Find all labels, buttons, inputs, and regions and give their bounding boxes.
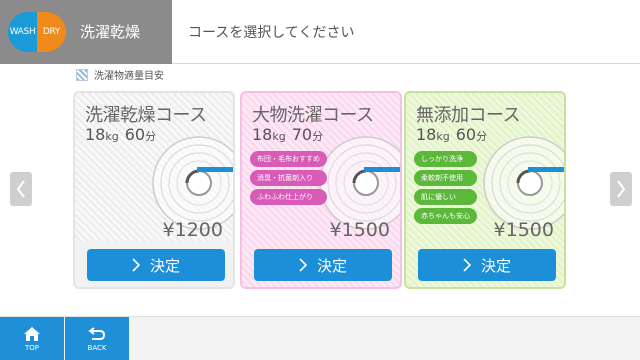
- feature-tags: しっかり洗浄 柔軟剤不使用 肌に優しい赤ちゃんも安心: [414, 151, 477, 227]
- prev-page-button[interactable]: [10, 172, 32, 206]
- feature-tag: 肌に優しい: [414, 189, 477, 205]
- feature-tag: 赤ちゃんも安心: [414, 208, 477, 224]
- decide-button-label: 決定: [316, 256, 347, 275]
- course-name: 無添加コース: [416, 105, 521, 126]
- course-spec: 18 kg 70 分: [252, 125, 323, 144]
- chevron-right-icon: [132, 258, 140, 272]
- time-value: 60: [455, 125, 477, 144]
- time-unit: 分: [312, 130, 324, 143]
- capacity-value: 18: [252, 125, 273, 144]
- course-price: ¥1200: [162, 219, 223, 241]
- feature-tag: しっかり洗浄: [414, 151, 477, 167]
- time-unit: 分: [476, 130, 488, 143]
- next-page-button[interactable]: [610, 172, 632, 206]
- footer-bar: TOP BACK: [0, 316, 640, 360]
- legend-swatch-icon: [76, 68, 88, 81]
- feature-tag: 柔軟剤不使用: [414, 170, 477, 186]
- course-name: 洗濯乾燥コース: [85, 105, 207, 126]
- capacity-unit: kg: [272, 130, 286, 143]
- decide-button[interactable]: 決定: [254, 249, 392, 281]
- header-bar: WASH DRY 洗濯乾燥 コースを選択してください: [0, 0, 640, 64]
- course-card[interactable]: 大物洗濯コース 18 kg 70 分布団・毛布おすすめ 消臭・抗菌剤入り ふわふわ仕上がり ¥…: [240, 91, 402, 289]
- chevron-right-icon: [617, 180, 626, 198]
- time-value: 60: [124, 125, 146, 144]
- wash-dry-logo: WASH DRY: [8, 12, 66, 52]
- logo-wash-text: WASH: [8, 12, 37, 52]
- back-button[interactable]: BACK: [65, 317, 129, 360]
- course-price: ¥1500: [329, 219, 390, 241]
- instruction-text: コースを選択してください: [188, 25, 355, 41]
- course-card[interactable]: 洗濯乾燥コース 18 kg 60 分 ¥1200 決定: [73, 91, 235, 289]
- logo-dry-text: DRY: [37, 12, 66, 52]
- course-name: 大物洗濯コース: [252, 105, 374, 126]
- decide-button[interactable]: 決定: [418, 249, 556, 281]
- chevron-left-icon: [16, 180, 25, 198]
- course-spec: 18 kg 60 分: [85, 125, 156, 144]
- capacity-value: 18: [85, 125, 106, 144]
- decide-button-label: 決定: [480, 256, 511, 275]
- home-icon: [24, 327, 40, 341]
- feature-tags: 布団・毛布おすすめ 消臭・抗菌剤入り ふわふわ仕上がり: [250, 151, 327, 208]
- feature-tag: 消臭・抗菌剤入り: [250, 170, 327, 186]
- feature-tag: ふわふわ仕上がり: [250, 189, 327, 205]
- decide-button-label: 決定: [149, 256, 180, 275]
- legend-label: 洗濯物適量目安: [94, 71, 164, 82]
- chevron-right-icon: [463, 258, 471, 272]
- capacity-value: 18: [416, 125, 437, 144]
- top-button[interactable]: TOP: [0, 317, 64, 360]
- course-card[interactable]: 無添加コース 18 kg 60 分しっかり洗浄 柔軟剤不使用 肌に優しい赤ちゃんも安心 ¥15…: [404, 91, 566, 289]
- return-icon: [88, 327, 106, 340]
- capacity-unit: kg: [436, 130, 450, 143]
- feature-tag: 布団・毛布おすすめ: [250, 151, 327, 167]
- capacity-legend: 洗濯物適量目安: [76, 67, 164, 82]
- drum-capacity-icon: [483, 136, 564, 230]
- drum-capacity-icon: [152, 136, 233, 230]
- course-spec: 18 kg 60 分: [416, 125, 487, 144]
- header-brand-area: WASH DRY 洗濯乾燥: [0, 0, 172, 64]
- time-unit: 分: [145, 130, 157, 143]
- back-button-label: BACK: [87, 344, 107, 352]
- course-price: ¥1500: [493, 219, 554, 241]
- top-button-label: TOP: [24, 344, 39, 352]
- page-title: 洗濯乾燥: [80, 23, 141, 41]
- capacity-unit: kg: [105, 130, 119, 143]
- chevron-right-icon: [299, 258, 307, 272]
- decide-button[interactable]: 決定: [87, 249, 225, 281]
- time-value: 70: [291, 125, 313, 144]
